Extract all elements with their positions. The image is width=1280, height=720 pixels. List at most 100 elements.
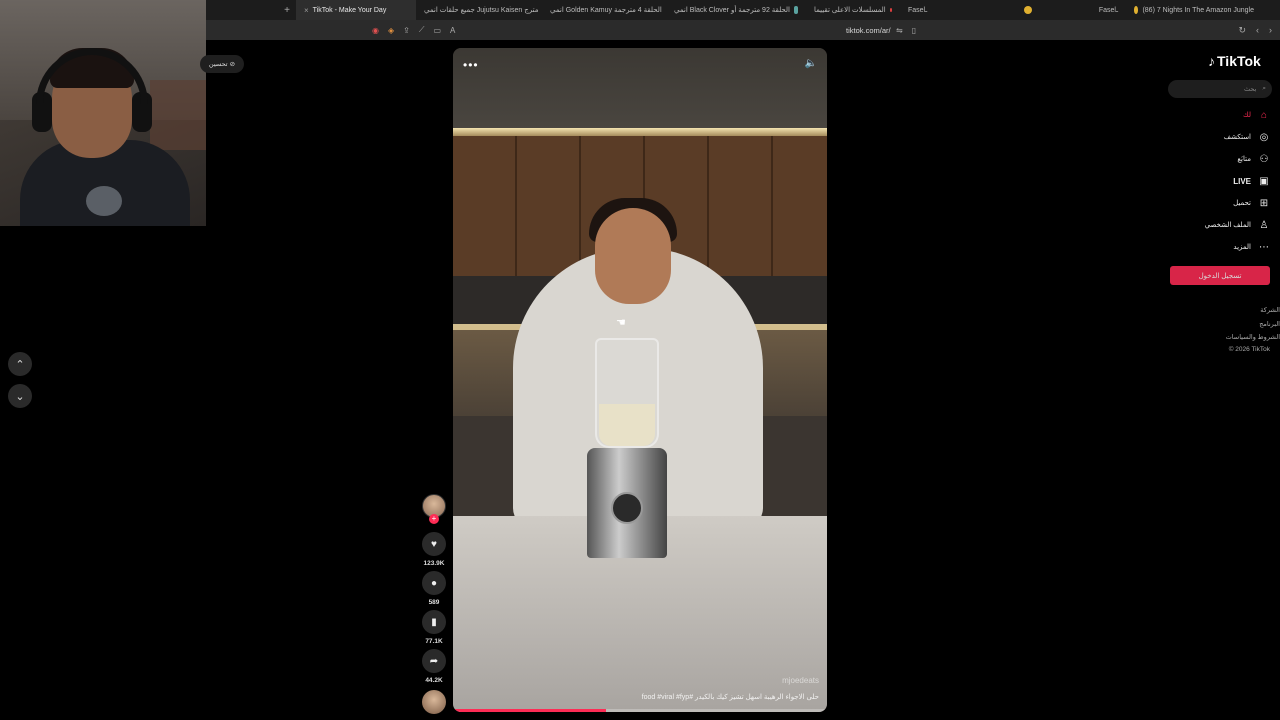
sidebar-item-explore[interactable]: استكشف ◎: [1224, 129, 1270, 145]
search-input[interactable]: بحث ⌕: [1168, 80, 1272, 98]
sidebar-item-label: الملف الشخصي: [1204, 222, 1251, 229]
chevron-up-icon: ⌃: [15, 358, 25, 371]
tab-series[interactable]: المسلسلات الاعلى تقييما: [806, 0, 900, 20]
follow-button[interactable]: +: [429, 514, 439, 524]
tab-label: (86) 7 Nights In The Amazon Jungle: [1142, 6, 1254, 14]
forward-icon[interactable]: ›: [1269, 25, 1272, 36]
comment-button[interactable]: ●: [422, 571, 446, 595]
video-watermark: mjoedeats: [782, 676, 819, 685]
previous-video-button[interactable]: ⌃: [8, 352, 32, 376]
site-favicon-icon: [794, 6, 798, 14]
comment-count: 589: [428, 599, 440, 606]
address-bar: ◉ ◈ ⇪ ⟋ ▭ A tiktok.com/ar/ ⇋ ▯ ↻ ‹ ›: [206, 20, 1280, 40]
sidebar-item-more[interactable]: المزيد ⋯: [1233, 239, 1270, 255]
tab-label: TikTok - Make Your Day: [312, 6, 387, 14]
screen: + × TikTok - Make Your Day جميع حلقات ان…: [0, 0, 1280, 720]
more-icon: ⋯: [1259, 241, 1269, 253]
tab-label: المسلسلات الاعلى تقييما: [814, 7, 886, 14]
video-caption: حلى الاجواء الرهيبة اسهل تشيز كيك بالكيد…: [641, 694, 819, 701]
volume-icon[interactable]: 🔈: [805, 58, 817, 69]
tab-label: انمي Black Clover الحلقة 92 مترجمة أو: [674, 7, 790, 14]
chevron-down-icon: ⌄: [15, 390, 25, 403]
sidebar-item-upload[interactable]: تحميل ⊞: [1233, 195, 1270, 211]
share-button[interactable]: ➦: [422, 649, 446, 673]
scene-ceiling: [453, 48, 827, 130]
sidebar-item-label: متابَع: [1237, 156, 1251, 163]
search-icon: ⌕: [1262, 85, 1266, 92]
tab-black-clover[interactable]: انمي Black Clover الحلقة 92 مترجمة أو: [666, 0, 806, 20]
progress-bar[interactable]: [453, 709, 607, 712]
blender-contents: [599, 404, 655, 446]
site-settings-icon[interactable]: ⇋: [896, 26, 903, 35]
translate-icon[interactable]: A: [450, 26, 455, 35]
save-button[interactable]: ▮: [422, 610, 446, 634]
back-icon[interactable]: ‹: [1256, 25, 1259, 36]
scene-light-strip: [453, 128, 827, 136]
following-icon: ⚇: [1259, 153, 1269, 165]
login-button[interactable]: تسجيل الدخول: [1170, 266, 1270, 285]
share-count: 44.2K: [425, 677, 443, 684]
improve-button[interactable]: تحسين ⊘: [200, 55, 244, 73]
profile-icon: ♙: [1259, 219, 1269, 231]
sidebar-item-label: استكشف: [1223, 134, 1251, 141]
bookmark-icon: ▮: [431, 616, 437, 628]
sidebar-item-label: تحميل: [1233, 200, 1251, 207]
tab-youtube[interactable]: (86) 7 Nights In The Amazon Jungle: [1126, 0, 1262, 20]
shirt-print: [86, 186, 122, 216]
settings-icon: ⊘: [229, 61, 236, 68]
footer-link-terms[interactable]: الشروط والسياسات: [1226, 333, 1280, 341]
compass-icon: ◎: [1259, 131, 1269, 143]
tiktok-logo[interactable]: ♪ TikTok: [1208, 53, 1261, 69]
screen-icon[interactable]: ▭: [433, 26, 441, 35]
shield-icon[interactable]: ◉: [372, 26, 379, 35]
more-options-icon[interactable]: •••: [463, 58, 479, 72]
sidebar-item-following[interactable]: متابَع ⚇: [1237, 151, 1270, 167]
scene-person-head: [595, 208, 671, 304]
tab-label: Faselـ: [1098, 7, 1118, 14]
tab-golden-kamuy[interactable]: انمي Golden Kamuy الحلقة 4 مترجمة: [542, 0, 666, 20]
bookmark-icon[interactable]: ▯: [912, 26, 916, 35]
logo-text: TikTok: [1217, 53, 1261, 69]
tab-fasel-1[interactable]: Faselـ: [900, 0, 1016, 20]
upload-icon: ⊞: [1259, 197, 1269, 209]
url-actions: ⇋ ▯: [896, 26, 916, 35]
url-field[interactable]: tiktok.com/ar/: [846, 26, 891, 35]
site-favicon-icon: [1024, 6, 1032, 14]
new-tab-button[interactable]: +: [278, 5, 296, 16]
share-icon[interactable]: ⇪: [403, 26, 410, 35]
search-placeholder: بحث: [1243, 86, 1257, 93]
record-dot-icon: [889, 8, 892, 12]
mouse-cursor: ☚: [616, 317, 626, 329]
like-button[interactable]: ♥: [422, 532, 446, 556]
save-count: 77.1K: [425, 638, 443, 645]
next-video-button[interactable]: ⌄: [8, 384, 32, 408]
tab-fasel-2[interactable]: Faselـ: [1016, 0, 1126, 20]
overlay-label: تحسين: [208, 61, 228, 68]
sidebar-item-for-you[interactable]: لك ⌂: [1243, 107, 1270, 123]
site-favicon-icon: [1134, 6, 1139, 14]
tab-label: جميع حلقات انمي Jujutsu Kaisen مترج: [424, 7, 539, 14]
live-icon: ▣: [1259, 175, 1269, 187]
extension-icon[interactable]: ◈: [388, 26, 394, 35]
webcam-feed: [0, 0, 206, 226]
sidebar-item-live[interactable]: LIVE ▣: [1233, 173, 1270, 189]
tab-label: Faselـ: [908, 7, 928, 14]
wand-icon[interactable]: ⟋: [419, 25, 425, 35]
comment-icon: ●: [430, 577, 438, 589]
blender-knob: [611, 492, 643, 524]
tab-label: انمي Golden Kamuy الحلقة 4 مترجمة: [550, 7, 662, 14]
video-player[interactable]: ••• 🔈 mjoedeats حلى الاجواء الرهيبة اسهل…: [453, 48, 827, 712]
tab-tiktok[interactable]: × TikTok - Make Your Day: [296, 0, 416, 20]
sidebar-item-profile[interactable]: الملف الشخصي ♙: [1205, 217, 1270, 233]
tab-jujutsu[interactable]: جميع حلقات انمي Jujutsu Kaisen مترج: [416, 0, 542, 20]
reload-icon[interactable]: ↻: [1238, 25, 1246, 36]
browser-tab-bar: + × TikTok - Make Your Day جميع حلقات ان…: [206, 0, 1280, 20]
close-icon[interactable]: ×: [304, 6, 309, 15]
footer-link-company[interactable]: الشركة: [1260, 306, 1280, 314]
home-icon: ⌂: [1260, 109, 1268, 121]
share-arrow-icon: ➦: [429, 655, 439, 667]
footer-link-program[interactable]: البرنامج: [1259, 320, 1280, 328]
like-count: 123.9K: [423, 560, 445, 567]
footer-copyright: © 2026 TikTok: [1228, 346, 1270, 353]
sound-avatar[interactable]: [422, 690, 446, 714]
